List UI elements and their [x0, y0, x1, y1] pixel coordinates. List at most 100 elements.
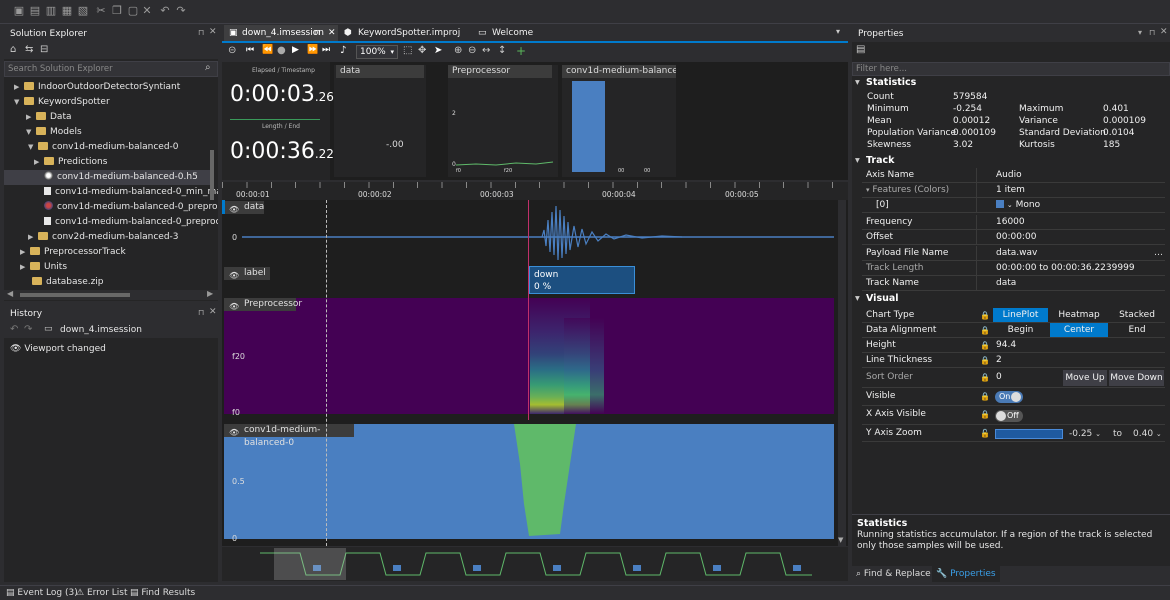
y-zoom-slider[interactable] [995, 429, 1063, 439]
scroll-left-icon[interactable]: ◀ [7, 289, 13, 298]
horizontal-scrollbar[interactable]: ◀ ▶ [4, 289, 218, 300]
close-icon[interactable]: ✕ [328, 25, 336, 41]
prop-features[interactable]: ▾ Features (Colors) 1 item [862, 183, 1165, 198]
track-header-preprocessor[interactable]: 👁 Preprocessor [224, 298, 302, 313]
play-icon[interactable]: ▶ [292, 45, 299, 55]
tab-error-list[interactable]: ⚠ Error List [76, 588, 127, 598]
collapse-all-icon[interactable]: ⊟ [40, 44, 48, 55]
select-region-icon[interactable]: ⬚ [403, 45, 412, 56]
tree-item-keywordspotter[interactable]: ▼ KeywordSpotter [14, 95, 110, 110]
pin-icon[interactable]: ⊓ [198, 28, 204, 37]
lock-icon[interactable]: 🔒 [980, 356, 990, 365]
lock-icon[interactable]: 🔒 [980, 373, 990, 382]
chevron-down-icon[interactable]: ▼ [26, 125, 36, 140]
prop-height[interactable]: Height 🔒 94.4 [862, 338, 1165, 353]
scroll-down-icon[interactable]: ▼ [838, 536, 843, 544]
time-ruler[interactable]: 00:00:01 00:00:02 00:00:03 00:00:04 00:0… [222, 182, 848, 200]
save-icon[interactable]: ▥ [44, 4, 58, 18]
zoom-in-icon[interactable]: ⊕ [454, 45, 462, 56]
tree-item-h5-selected[interactable]: conv1d-medium-balanced-0.h5 [4, 170, 214, 185]
browse-icon[interactable]: … [1154, 246, 1163, 261]
chevron-right-icon[interactable]: ▶ [26, 110, 36, 125]
chevron-right-icon[interactable]: ▶ [34, 155, 44, 170]
chevron-right-icon[interactable]: ▶ [28, 230, 38, 245]
add-track-icon[interactable]: + [516, 44, 526, 58]
tree-item-units[interactable]: ▶ Units [20, 260, 67, 275]
close-icon[interactable]: ✕ [1160, 27, 1168, 37]
align-begin[interactable]: Begin [993, 323, 1048, 337]
overview-viewport[interactable] [274, 548, 346, 580]
prop-line-thickness[interactable]: Line Thickness 🔒 2 [862, 353, 1165, 368]
pin-icon[interactable]: ⊓ [1149, 28, 1155, 37]
fit-height-icon[interactable]: ↕ [498, 45, 506, 56]
tree-item-preprocess-1[interactable]: conv1d-medium-balanced-0_preprocess [44, 200, 218, 215]
stop-icon[interactable]: ● [277, 45, 286, 56]
tab-find-results[interactable]: ▤ Find Results [130, 588, 195, 598]
paste-icon[interactable]: ▢ [126, 4, 140, 18]
step-back-icon[interactable]: ⏪ [262, 45, 273, 55]
tree-item-conv1d-folder[interactable]: ▼ conv1d-medium-balanced-0 [28, 140, 179, 155]
tab-project[interactable]: ⬢ KeywordSpotter.improj [340, 25, 470, 41]
prop-feature-0[interactable]: [0] ⌄ Mono [862, 198, 1165, 213]
categorized-icon[interactable]: ▤ [856, 44, 865, 55]
property-filter-input[interactable]: Filter here... [852, 62, 1170, 76]
tree-item-minmax[interactable]: conv1d-medium-balanced-0_min_max.m [44, 185, 218, 200]
lock-icon[interactable]: 🔒 [980, 311, 990, 320]
eye-icon[interactable]: 👁 [229, 300, 239, 313]
sync-icon[interactable]: ⇆ [25, 44, 33, 55]
align-end[interactable]: End [1110, 323, 1164, 337]
chevron-right-icon[interactable]: ▶ [20, 260, 30, 275]
copy-icon[interactable]: ❐ [110, 4, 124, 18]
move-up-button[interactable]: Move Up [1063, 370, 1107, 386]
scroll-thumb[interactable] [20, 293, 130, 297]
dropdown-icon[interactable]: ▾ [1138, 28, 1142, 37]
delete-icon[interactable]: ✕ [140, 4, 154, 18]
y-zoom-from[interactable]: -0.25 ⌄ [1069, 429, 1101, 439]
undo-icon[interactable]: ↶ [10, 324, 18, 335]
lock-icon[interactable]: 🔒 [980, 341, 990, 350]
zoom-select[interactable]: 100% ▾ [356, 45, 398, 59]
fit-width-icon[interactable]: ↔ [482, 45, 490, 56]
redo-icon[interactable]: ↷ [174, 4, 188, 18]
redo-icon[interactable]: ↷ [24, 324, 32, 335]
tab-find-replace[interactable]: ⌕ Find & Replace [856, 569, 931, 579]
eye-icon[interactable]: 👁 [229, 203, 239, 216]
scroll-right-icon[interactable]: ▶ [207, 289, 213, 298]
tree-item-indooroutdoor[interactable]: ▶ IndoorOutdoorDetectorSyntiant [14, 80, 180, 95]
selection-marker[interactable] [528, 200, 529, 420]
track-header-model[interactable]: 👁 conv1d-medium-balanced-0 [224, 424, 354, 448]
pin-icon[interactable]: ⊓ [314, 25, 320, 41]
section-track[interactable]: Track [852, 154, 1170, 168]
eye-icon[interactable]: 👁 [229, 269, 239, 282]
chevron-down-icon[interactable]: ▼ [28, 140, 38, 155]
tab-list-icon[interactable]: ▾ [836, 27, 840, 36]
skip-end-icon[interactable]: ⏭ [322, 45, 330, 55]
tracks-vertical-scrollbar[interactable]: ▼ [838, 200, 846, 546]
record-icon[interactable]: ⊝ [228, 45, 236, 56]
overview-strip[interactable] [222, 547, 848, 581]
lock-icon[interactable]: 🔒 [980, 392, 990, 401]
history-entry[interactable]: 👁 Viewport changed [10, 344, 106, 354]
chevron-right-icon[interactable]: ▶ [20, 245, 30, 260]
home-icon[interactable]: ⌂ [10, 44, 16, 55]
prop-frequency[interactable]: Frequency 16000 [862, 215, 1165, 230]
tab-event-log[interactable]: ▤ Event Log (3) [6, 588, 78, 598]
prop-track-name[interactable]: Track Name data [862, 276, 1165, 291]
step-forward-icon[interactable]: ⏩ [307, 45, 318, 55]
new-solution-icon[interactable]: ▣ [12, 4, 26, 18]
tree-item-models[interactable]: ▼ Models [26, 125, 82, 140]
save-all-icon[interactable]: ▦ [60, 4, 74, 18]
undo-icon[interactable]: ↶ [158, 4, 172, 18]
unlock-icon[interactable]: 🔓 [980, 429, 990, 438]
tree-item-conv2d[interactable]: ▶ conv2d-medium-balanced-3 [28, 230, 179, 245]
close-icon[interactable]: ✕ [209, 27, 217, 37]
visible-toggle[interactable]: On [995, 391, 1023, 403]
prop-offset[interactable]: Offset 00:00:00 [862, 230, 1165, 245]
pan-icon[interactable]: ✥ [418, 45, 426, 56]
chart-type-lineplot[interactable]: LinePlot [993, 308, 1048, 322]
pin-icon[interactable]: ⊓ [198, 308, 204, 317]
tab-session[interactable]: ▣ down_4.imsession ⊓ ✕ [224, 25, 338, 41]
prop-payload[interactable]: Payload File Name data.wav… [862, 246, 1165, 261]
prop-axis-name[interactable]: Axis Name Audio [862, 168, 1165, 183]
y-zoom-to[interactable]: 0.40 ⌄ [1133, 429, 1162, 439]
